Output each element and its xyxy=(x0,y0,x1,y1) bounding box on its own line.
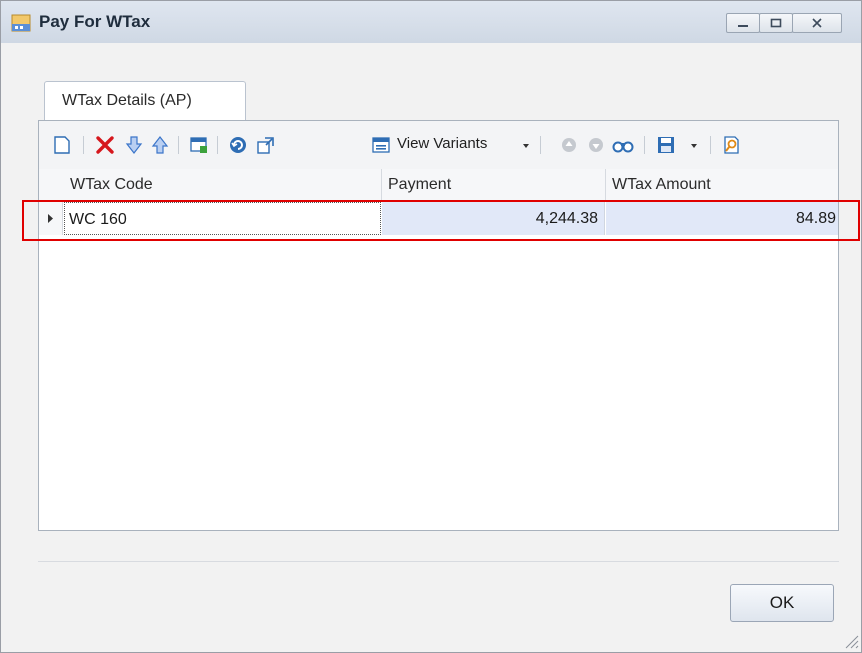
move-up-icon[interactable] xyxy=(151,135,169,155)
save-icon[interactable] xyxy=(656,135,676,155)
toolbar-separator xyxy=(710,136,711,154)
tab-wtax-details[interactable]: WTax Details (AP) xyxy=(44,81,246,121)
delete-icon[interactable] xyxy=(95,135,115,155)
toolbar-separator xyxy=(217,136,218,154)
grid-toolbar: View Variants xyxy=(39,121,838,170)
highlight-box xyxy=(22,200,860,241)
maximize-icon xyxy=(770,18,782,28)
resize-grip-icon[interactable] xyxy=(843,633,859,649)
ok-button[interactable]: OK xyxy=(730,584,834,622)
export-icon[interactable] xyxy=(256,135,276,155)
window-title: Pay For WTax xyxy=(39,12,151,31)
new-record-icon[interactable] xyxy=(53,135,71,155)
move-down-icon[interactable] xyxy=(125,135,143,155)
chevron-down-icon[interactable] xyxy=(689,135,699,155)
chevron-down-icon[interactable] xyxy=(521,135,531,155)
app-icon xyxy=(11,14,31,32)
maximize-button[interactable] xyxy=(759,13,793,33)
refresh-icon[interactable] xyxy=(228,135,248,155)
view-variants-dropdown[interactable]: View Variants xyxy=(397,135,487,152)
previous-record-icon[interactable] xyxy=(559,135,579,155)
table-options-icon[interactable] xyxy=(189,135,209,155)
binoculars-icon[interactable] xyxy=(612,135,634,155)
view-variants-icon xyxy=(372,137,390,153)
toolbar-separator xyxy=(83,136,84,154)
minimize-icon xyxy=(738,25,748,27)
next-record-icon[interactable] xyxy=(586,135,606,155)
close-icon xyxy=(812,18,822,28)
title-bar[interactable]: Pay For WTax xyxy=(1,1,861,43)
column-header-wtax-amount[interactable]: WTax Amount xyxy=(606,169,838,201)
column-header-payment[interactable]: Payment xyxy=(382,169,606,201)
column-header-wtax-code[interactable]: WTax Code xyxy=(64,169,382,201)
grid-header: WTax Code Payment WTax Amount xyxy=(39,169,838,202)
minimize-button[interactable] xyxy=(726,13,760,33)
tab-label: WTax Details (AP) xyxy=(62,92,192,109)
toolbar-separator xyxy=(540,136,541,154)
toolbar-separator xyxy=(178,136,179,154)
details-panel: View Variants WTax Code Payment WTax Amo… xyxy=(38,120,839,531)
zoom-preview-icon[interactable] xyxy=(722,135,742,155)
toolbar-separator xyxy=(644,136,645,154)
footer-divider xyxy=(38,561,839,562)
pay-for-wtax-window: Pay For WTax WTax Details (AP) View Vari… xyxy=(0,0,862,653)
close-button[interactable] xyxy=(792,13,842,33)
